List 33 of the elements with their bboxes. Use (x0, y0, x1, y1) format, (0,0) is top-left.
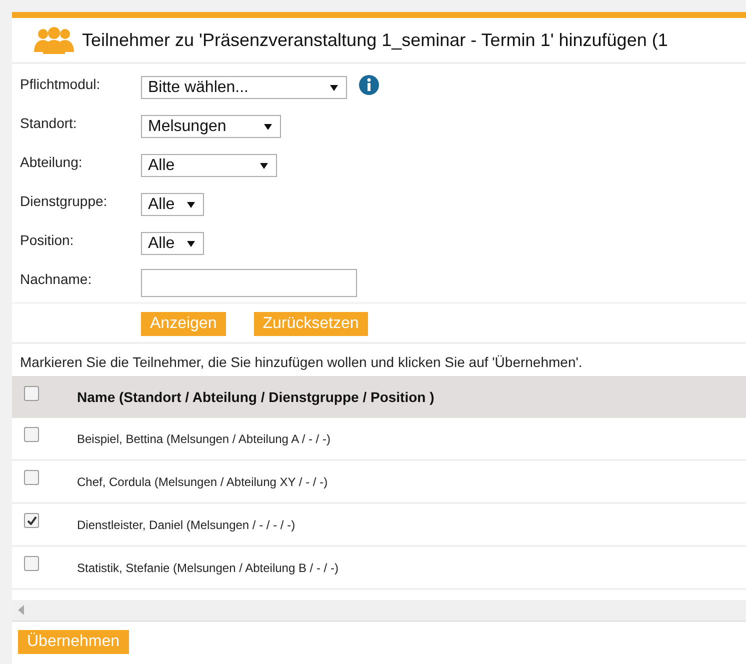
checkbox[interactable] (24, 470, 39, 485)
dropdown[interactable]: Melsungen (141, 115, 281, 138)
caret-icon (264, 124, 272, 130)
checkbox[interactable] (24, 386, 39, 400)
instruction-text: Markieren Sie die Teilnehmer, die Sie hinzufügen wollen und klicken Sie auf 'Übernehmen'. (19, 353, 584, 372)
checkbox[interactable] (24, 556, 39, 571)
field-label: Position: (20, 232, 75, 248)
field-label: Pflichtmodul: (20, 76, 102, 92)
horizontal-scrollbar[interactable] (12, 600, 746, 622)
table-cell: Dienstleister, Daniel (Melsungen / - / - / -) (77, 518, 296, 532)
field-label: Nachname: (20, 270, 93, 286)
checkbox[interactable] (24, 427, 39, 442)
table-cell: Statistik, Stefanie (Melsungen / Abteilung B / - / -) (77, 560, 338, 574)
checkbox[interactable] (24, 513, 39, 528)
caret-icon (330, 84, 338, 90)
info-icon[interactable] (359, 74, 379, 94)
caret-icon (186, 202, 195, 208)
column-header: Name (Standort / Abteilung / Dienstgruppe / Position ) (77, 389, 434, 405)
scroll-left-icon[interactable] (18, 605, 24, 615)
dropdown[interactable]: Bitte wählen... (141, 76, 347, 99)
field-label: Abteilung: (20, 154, 84, 170)
table-cell: Beispiel, Bettina (Melsungen / Abteilung A / - / -) (77, 432, 330, 446)
dropdown[interactable]: Alle (141, 193, 204, 216)
field-label: Dienstgruppe: (20, 192, 108, 208)
caret-icon (260, 162, 268, 168)
dialog-title: Teilnehmer zu 'Präsenzveranstaltung 1_seminar - Termin 1' hinzufügen (1 (82, 30, 668, 50)
table-cell: Chef, Cordula (Melsungen / Abteilung XY / - / -) (77, 474, 328, 488)
caret-icon (186, 240, 195, 246)
input-field[interactable] (141, 268, 357, 296)
field-label: Standort: (20, 114, 78, 130)
people-icon (34, 26, 74, 54)
dropdown[interactable]: Alle (141, 232, 204, 255)
dropdown[interactable]: Alle (141, 154, 277, 177)
